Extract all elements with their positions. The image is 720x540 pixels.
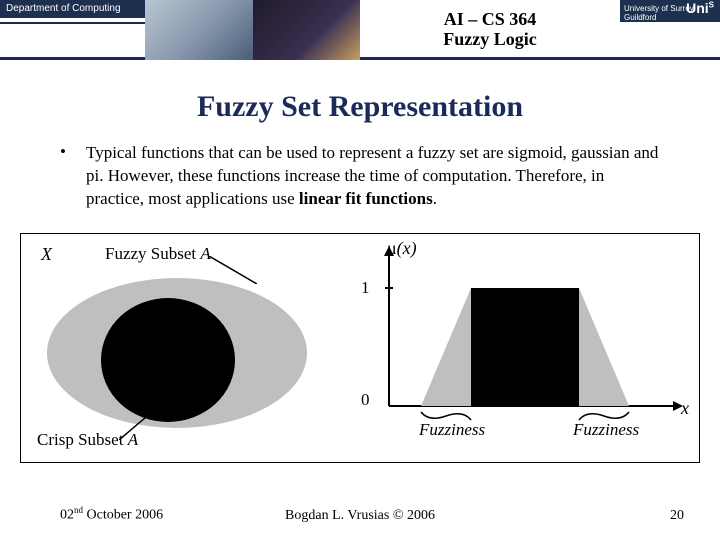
uni-brand: UniS: [686, 0, 714, 16]
venn-crisp-var: A: [128, 430, 138, 449]
callout-fuzzy-line: [209, 256, 257, 284]
dept-rule: [0, 22, 145, 24]
slide: Department of Computing AI – CS 364 Fuzz…: [0, 0, 720, 540]
bullet-mark: •: [60, 142, 86, 211]
header-photo-strip: [145, 0, 360, 60]
membership-chart: μ(x) 1 0 x Fuzziness Fuzziness: [361, 240, 691, 456]
footer-author: Bogdan L. Vrusias © 2006: [0, 508, 720, 524]
bullet-post: .: [433, 189, 437, 208]
header-title-wrap: AI – CS 364 Fuzzy Logic: [360, 0, 620, 60]
bullet-text: Typical functions that can be used to re…: [86, 142, 660, 211]
venn-crisp-text: Crisp Subset: [37, 430, 128, 449]
slide-title: Fuzzy Set Representation: [0, 90, 720, 124]
dept-banner: Department of Computing: [0, 0, 145, 18]
venn-panel: X Fuzzy Subset A Crisp Subset A: [31, 242, 336, 454]
header-photo-lab: [145, 0, 253, 60]
venn-fuzzy-text: Fuzzy Subset: [105, 244, 200, 263]
y-tick-1: 1: [361, 278, 370, 298]
venn-crisp-label: Crisp Subset A: [37, 430, 138, 450]
course-topic: Fuzzy Logic: [443, 29, 536, 50]
bullet-row: • Typical functions that can be used to …: [60, 142, 660, 211]
slide-header: Department of Computing AI – CS 364 Fuzz…: [0, 0, 720, 60]
course-code: AI – CS 364: [444, 10, 537, 30]
chart-svg: [379, 246, 689, 446]
slide-body: • Typical functions that can be used to …: [0, 142, 720, 211]
venn-universe-label: X: [41, 244, 52, 265]
slide-footer: 02nd October 2006 Bogdan L. Vrusias © 20…: [0, 504, 720, 524]
y-tick-0: 0: [361, 390, 370, 410]
bullet-bold: linear fit functions: [299, 189, 433, 208]
venn-crisp-disc: [101, 298, 235, 422]
figure-box: X Fuzzy Subset A Crisp Subset A μ(x) 1 0…: [20, 233, 700, 463]
uni-banner: UniS University of Surrey Guildford: [620, 0, 720, 22]
header-photo-students: [253, 0, 361, 60]
footer-page: 20: [670, 508, 684, 524]
venn-fuzzy-label: Fuzzy Subset A: [105, 244, 211, 264]
